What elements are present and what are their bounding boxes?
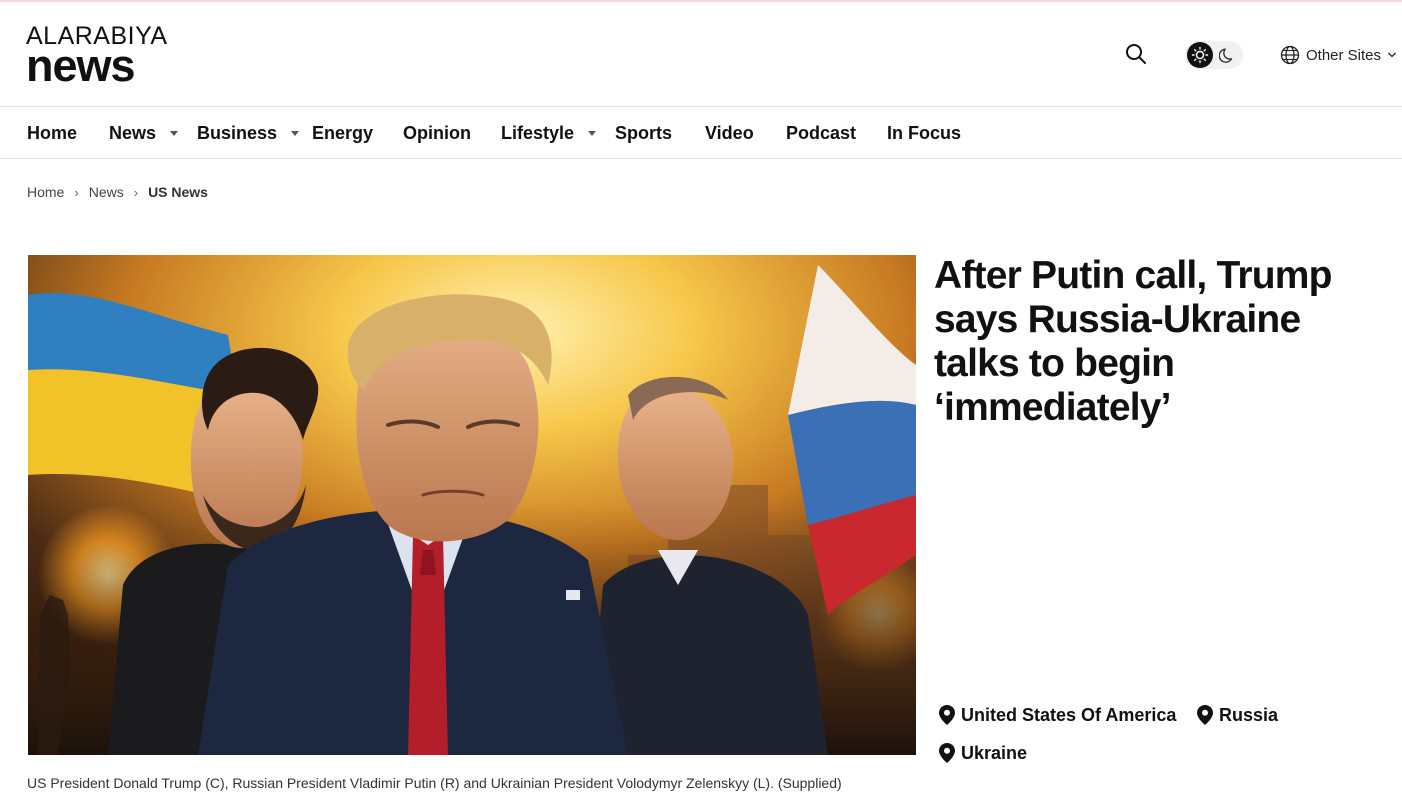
breadcrumb: Home › News › US News xyxy=(27,182,208,202)
chevron-down-icon xyxy=(1388,52,1396,58)
theme-toggle[interactable] xyxy=(1185,41,1243,69)
nav-item-lifestyle[interactable]: Lifestyle xyxy=(501,121,597,145)
nav-item-news[interactable]: News xyxy=(109,121,179,145)
article-headline: After Putin call, Trump says Russia-Ukra… xyxy=(934,254,1332,429)
location-pin-icon xyxy=(939,743,955,763)
tag-united-states[interactable]: United States Of America xyxy=(939,703,1176,727)
caret-down-icon xyxy=(170,130,179,136)
nav-item-energy[interactable]: Energy xyxy=(312,121,373,145)
moon-icon xyxy=(1219,48,1233,63)
chevron-right-icon: › xyxy=(133,184,139,200)
nav-item-in-focus[interactable]: In Focus xyxy=(887,121,961,145)
breadcrumb-us-news[interactable]: US News xyxy=(148,184,208,200)
location-pin-icon xyxy=(939,705,955,725)
nav-item-label: Home xyxy=(27,122,78,143)
nav-item-video[interactable]: Video xyxy=(705,121,754,145)
article-hero-image xyxy=(28,255,916,755)
chevron-right-icon: › xyxy=(74,184,79,200)
tag-label: Russia xyxy=(1219,704,1279,725)
tag-russia[interactable]: Russia xyxy=(1197,703,1278,727)
tag-label: United States Of America xyxy=(961,704,1177,725)
site-logo[interactable]: ALARABIYA news xyxy=(26,24,167,91)
nav-item-home[interactable]: Home xyxy=(27,121,77,145)
hero-illustration xyxy=(28,255,916,755)
search-icon xyxy=(1126,44,1146,64)
nav-item-label: In Focus xyxy=(887,122,962,143)
nav-item-opinion[interactable]: Opinion xyxy=(403,121,471,145)
globe-icon xyxy=(1280,45,1300,65)
caret-down-icon xyxy=(291,130,300,136)
tag-ukraine[interactable]: Ukraine xyxy=(939,741,1027,765)
main-nav: Home News Business Energy Opinion Lifest… xyxy=(0,107,1402,159)
sun-icon xyxy=(1187,42,1213,68)
nav-item-sports[interactable]: Sports xyxy=(615,121,672,145)
other-sites-menu[interactable]: Other Sites xyxy=(1280,44,1397,66)
nav-item-label: Podcast xyxy=(786,122,857,143)
tag-label: Ukraine xyxy=(961,742,1028,763)
nav-item-label: Sports xyxy=(615,122,673,143)
image-caption: US President Donald Trump (C), Russian P… xyxy=(27,775,842,791)
nav-item-podcast[interactable]: Podcast xyxy=(786,121,856,145)
nav-item-label: Energy xyxy=(312,122,374,143)
nav-item-label: Video xyxy=(705,122,754,143)
breadcrumb-home[interactable]: Home xyxy=(27,184,64,200)
location-pin-icon xyxy=(1197,705,1213,725)
nav-item-business[interactable]: Business xyxy=(197,121,300,145)
caret-down-icon xyxy=(588,130,597,136)
nav-item-label: Opinion xyxy=(403,122,471,143)
nav-item-label: Business xyxy=(197,122,278,143)
other-sites-label: Other Sites xyxy=(1306,46,1382,64)
nav-item-label: News xyxy=(109,122,157,143)
breadcrumb-news[interactable]: News xyxy=(89,184,124,200)
nav-item-label: Lifestyle xyxy=(501,122,575,143)
search-button[interactable] xyxy=(1124,42,1148,66)
site-header: ALARABIYA news Other Sites xyxy=(0,2,1402,107)
logo-bottom-text: news xyxy=(26,40,136,91)
